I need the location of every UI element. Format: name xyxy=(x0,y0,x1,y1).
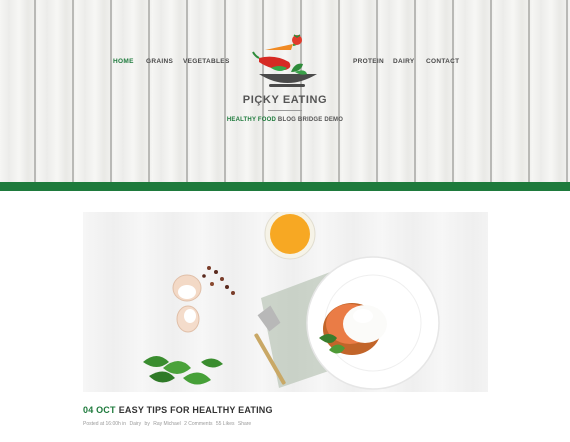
meta-author[interactable]: Ray Michael xyxy=(153,421,181,427)
meta-category[interactable]: Dairy xyxy=(129,421,141,427)
meta-share[interactable]: Share xyxy=(238,421,251,427)
post-featured-image[interactable] xyxy=(83,212,488,392)
nav-item-home[interactable]: HOME xyxy=(113,58,134,65)
tagline-rest: BLOG BRIDGE DEMO xyxy=(277,117,344,123)
site-logo[interactable] xyxy=(235,28,339,128)
post-title[interactable]: 04 OCT EASY TIPS FOR HEALTHY EATING xyxy=(83,405,273,415)
site-title: PIÇKY EATING xyxy=(242,94,328,106)
nav-item-dairy[interactable]: DAIRY xyxy=(393,58,414,65)
meta-posted: Posted at 16:00h in xyxy=(83,421,127,427)
plate-with-vegetables-icon xyxy=(252,34,317,87)
nav-item-protein[interactable]: PROTEIN xyxy=(353,58,384,65)
nav-item-grains[interactable]: GRAINS xyxy=(146,58,173,65)
nav-item-vegetables[interactable]: VEGETABLES xyxy=(183,58,230,65)
nav-item-contact[interactable]: CONTACT xyxy=(426,58,459,65)
post-date: 04 OCT xyxy=(83,405,116,415)
meta-likes[interactable]: 55 Likes xyxy=(216,421,235,427)
title-divider xyxy=(268,110,302,111)
post-title-text[interactable]: EASY TIPS FOR HEALTHY EATING xyxy=(119,405,273,415)
meta-by: by xyxy=(144,421,150,427)
site-tagline: HEALTHY FOOD BLOG BRIDGE DEMO xyxy=(0,117,570,123)
post-meta: Posted at 16:00h in Dairy by Ray Michael… xyxy=(83,421,253,427)
tagline-accent: HEALTHY FOOD xyxy=(226,117,277,123)
header-green-stripe xyxy=(0,182,570,191)
breakfast-photo xyxy=(143,212,440,390)
meta-comments[interactable]: 2 Comments xyxy=(184,421,212,427)
